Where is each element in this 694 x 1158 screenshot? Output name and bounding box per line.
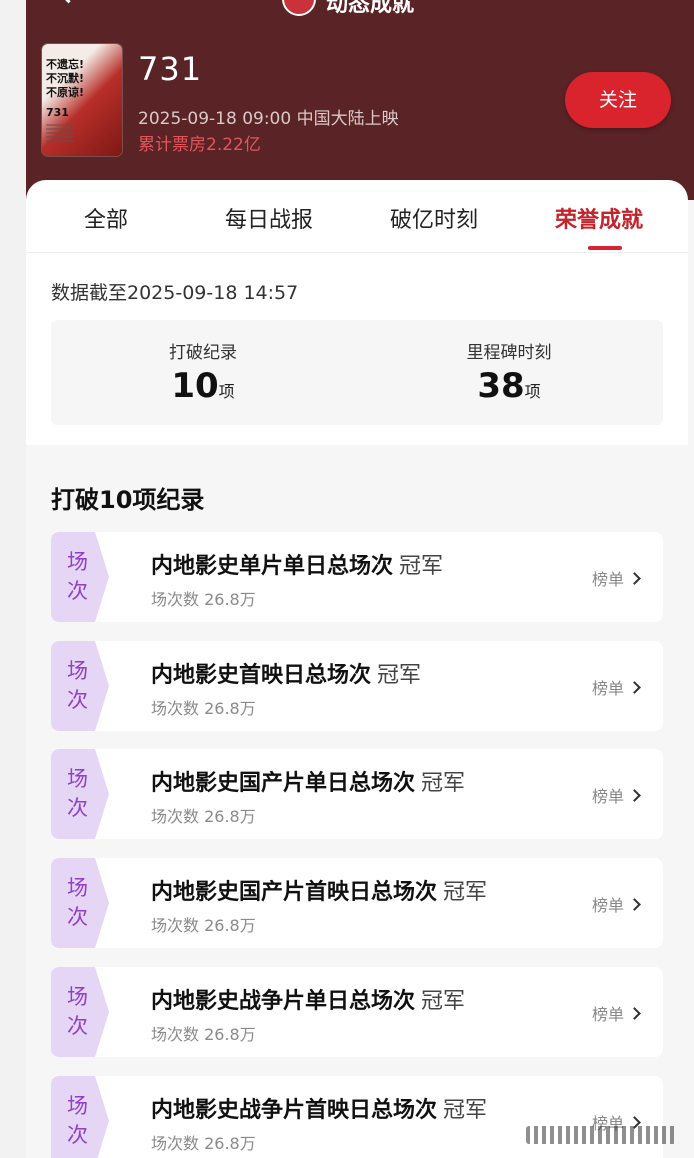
- active-tab-indicator: [588, 246, 622, 250]
- nav-title: 动态成就: [326, 0, 415, 17]
- record-subtitle: 场次数 26.8万: [151, 590, 256, 609]
- record-name: 内地影史单片单日总场次: [151, 554, 394, 579]
- chevron-right-icon: [628, 789, 641, 802]
- ranking-link-label: 榜单: [592, 787, 625, 806]
- page-left-margin: [0, 0, 26, 1158]
- achievements-card: 全部 每日战报 破亿时刻 荣誉成就 数据截至2025-09-18 14:57 打…: [26, 180, 688, 445]
- ranking-link[interactable]: 榜单: [592, 892, 641, 916]
- stat-records-number: 10: [171, 366, 219, 406]
- record-tag: 场次: [51, 641, 109, 731]
- ranking-link-label: 榜单: [592, 679, 625, 698]
- record-name: 内地影史战争片单日总场次: [151, 989, 416, 1014]
- record-tag-text: 场次: [67, 1094, 88, 1147]
- record-rank: 冠军: [443, 1098, 488, 1123]
- chevron-right-icon: [628, 681, 641, 694]
- record-rank: 冠军: [421, 771, 466, 796]
- chevron-right-icon: [628, 898, 641, 911]
- tab-honors[interactable]: 荣誉成就: [555, 202, 643, 234]
- boxoffice-value: 2.22亿: [206, 135, 261, 155]
- tab-bar: 全部 每日战报 破亿时刻 荣誉成就: [26, 180, 688, 253]
- boxoffice-label: 累计票房: [138, 135, 206, 155]
- record-title: 内地影史首映日总场次 冠军: [151, 657, 421, 689]
- chevron-right-icon: [628, 572, 641, 585]
- record-tag: 场次: [51, 967, 109, 1057]
- record-item[interactable]: 场次 内地影史国产片单日总场次 冠军 场次数 26.8万 榜单: [51, 749, 663, 839]
- follow-button[interactable]: 关注: [565, 72, 671, 128]
- record-title: 内地影史战争片首映日总场次 冠军: [151, 1092, 487, 1124]
- record-title: 内地影史国产片单日总场次 冠军: [151, 765, 465, 797]
- stat-records-label: 打破纪录: [169, 343, 237, 363]
- app-screen: 动态成就 不遗忘!不沉默!不原谅! 731 731 2025-09-18 09:…: [26, 0, 694, 1158]
- tab-all[interactable]: 全部: [84, 202, 128, 234]
- watermark: [496, 1124, 692, 1148]
- record-name: 内地影史战争片首映日总场次: [151, 1098, 438, 1123]
- ranking-link-label: 榜单: [592, 1005, 625, 1024]
- stat-milestones-label: 里程碑时刻: [466, 343, 552, 363]
- movie-header: 动态成就 不遗忘!不沉默!不原谅! 731 731 2025-09-18 09:…: [26, 0, 694, 200]
- record-rank: 冠军: [399, 554, 444, 579]
- record-tag-text: 场次: [67, 985, 88, 1038]
- record-name: 内地影史国产片首映日总场次: [151, 880, 438, 905]
- ranking-link[interactable]: 榜单: [592, 1001, 641, 1025]
- record-subtitle: 场次数 26.8万: [151, 1134, 256, 1153]
- record-tag-text: 场次: [67, 876, 88, 929]
- app-logo-icon: [282, 0, 316, 16]
- stat-milestones-number: 38: [477, 366, 525, 406]
- ranking-link[interactable]: 榜单: [592, 566, 641, 590]
- record-name: 内地影史国产片单日总场次: [151, 771, 416, 796]
- movie-title: 731: [138, 50, 203, 88]
- record-tag: 场次: [51, 532, 109, 622]
- record-item[interactable]: 场次 内地影史单片单日总场次 冠军 场次数 26.8万 榜单: [51, 532, 663, 622]
- poster-slogan: 不遗忘!不沉默!不原谅!: [46, 58, 85, 99]
- record-tag: 场次: [51, 749, 109, 839]
- record-title: 内地影史战争片单日总场次 冠军: [151, 983, 465, 1015]
- watermark-graphic: [526, 1126, 676, 1144]
- chevron-right-icon: [628, 1007, 641, 1020]
- record-subtitle: 场次数 26.8万: [151, 1025, 256, 1044]
- ranking-link-label: 榜单: [592, 570, 625, 589]
- stat-records-value: 10项: [103, 366, 303, 406]
- back-arrow-icon[interactable]: [53, 0, 84, 4]
- record-subtitle: 场次数 26.8万: [151, 699, 256, 718]
- record-subtitle: 场次数 26.8万: [151, 807, 256, 826]
- ranking-link-label: 榜单: [592, 896, 625, 915]
- ranking-link[interactable]: 榜单: [592, 783, 641, 807]
- record-title: 内地影史单片单日总场次 冠军: [151, 548, 443, 580]
- record-subtitle: 场次数 26.8万: [151, 916, 256, 935]
- movie-poster[interactable]: 不遗忘!不沉默!不原谅! 731: [42, 44, 122, 156]
- stat-records-unit: 项: [218, 382, 235, 401]
- record-rank: 冠军: [443, 880, 488, 905]
- record-tag: 场次: [51, 858, 109, 948]
- stats-panel: 打破纪录 10项 里程碑时刻 38项: [51, 320, 663, 425]
- stat-milestones-value: 38项: [409, 366, 609, 406]
- record-title: 内地影史国产片首映日总场次 冠军: [151, 874, 487, 906]
- record-item[interactable]: 场次 内地影史国产片首映日总场次 冠军 场次数 26.8万 榜单: [51, 858, 663, 948]
- record-tag-text: 场次: [67, 659, 88, 712]
- poster-number: 731: [46, 106, 69, 119]
- top-nav: 动态成就: [26, 0, 694, 20]
- ranking-link[interactable]: 榜单: [592, 675, 641, 699]
- tab-billion-moments[interactable]: 破亿时刻: [390, 202, 478, 234]
- record-tag-text: 场次: [67, 550, 88, 603]
- record-tag: 场次: [51, 1076, 109, 1158]
- tab-daily-report[interactable]: 每日战报: [225, 202, 313, 234]
- poster-fineprint: [46, 124, 74, 142]
- record-rank: 冠军: [377, 663, 422, 688]
- stat-milestones-unit: 项: [524, 382, 541, 401]
- record-tag-text: 场次: [67, 767, 88, 820]
- record-name: 内地影史首映日总场次: [151, 663, 372, 688]
- record-item[interactable]: 场次 内地影史首映日总场次 冠军 场次数 26.8万 榜单: [51, 641, 663, 731]
- release-info: 2025-09-18 09:00 中国大陆上映: [138, 109, 399, 129]
- records-section-title: 打破10项纪录: [51, 486, 205, 514]
- record-rank: 冠军: [421, 989, 466, 1014]
- record-item[interactable]: 场次 内地影史战争片单日总场次 冠军 场次数 26.8万 榜单: [51, 967, 663, 1057]
- data-timestamp: 数据截至2025-09-18 14:57: [51, 282, 299, 304]
- boxoffice-info: 累计票房2.22亿: [138, 130, 261, 155]
